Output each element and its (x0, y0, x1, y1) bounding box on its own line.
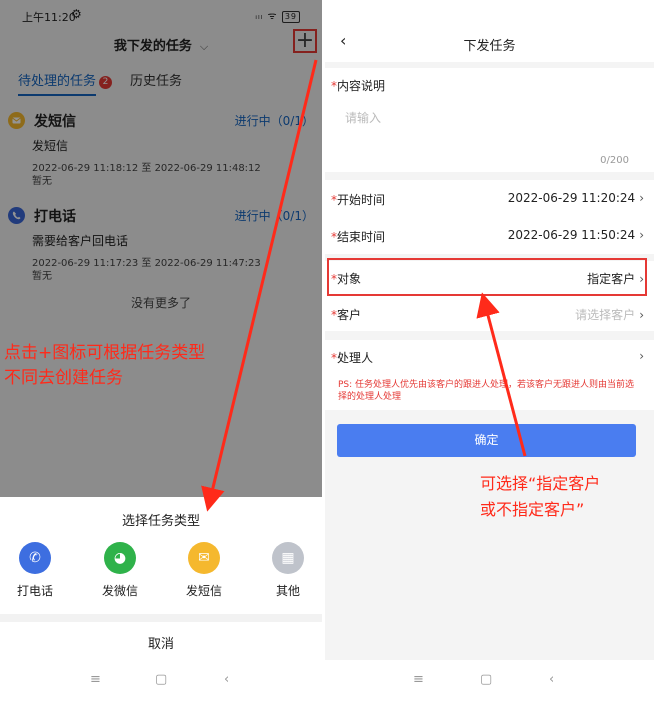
header: ‹ 下发任务 (325, 0, 654, 62)
annotation-line: 或不指定客户” (480, 500, 585, 519)
annotation-line: 可选择“指定客户 (480, 474, 601, 493)
handler-note: PS: 任务处理人优先由该客户的跟进人处理，若该客户无跟进人则由当前选择的处理人… (338, 380, 635, 402)
confirm-button[interactable]: 确定 (337, 424, 636, 457)
chevron-right-icon: › (639, 228, 644, 242)
option-other[interactable]: ▦ 其他 (258, 542, 318, 599)
page-title: 下发任务 (463, 39, 516, 54)
customer-select[interactable]: 请选择客户 › (575, 306, 644, 323)
back-nav-icon[interactable]: ‹ (224, 672, 229, 687)
end-time-field[interactable]: 2022-06-29 11:50:24 › (508, 228, 644, 242)
handler-card: *处理人 › PS: 任务处理人优先由该客户的跟进人处理，若该客户无跟进人则由当… (325, 340, 654, 410)
cancel-button[interactable]: 取消 (0, 633, 322, 652)
content-label: *内容说明 (331, 79, 386, 93)
divider (0, 614, 322, 622)
chevron-right-icon: › (639, 191, 644, 205)
handler-label: *处理人 (331, 351, 374, 365)
annotation-left: 点击+图标可根据任务类型 不同去创建任务 (4, 341, 205, 391)
wechat-icon: ◕ (104, 542, 136, 574)
task-list-screen: 上午11:20 ⚙ ᵢₗₗ ᯤ 39 我下发的任务 ⌵ + 待处理的任务 2 历史任务… (0, 0, 322, 710)
option-label: 发短信 (185, 584, 222, 598)
back-nav-icon[interactable]: ‹ (549, 672, 554, 687)
home-icon[interactable]: ▢ (480, 672, 492, 687)
content-input[interactable]: 请输入 (345, 109, 381, 126)
system-nav-bar: ≡ ▢ ‹ (325, 660, 654, 710)
menu-icon[interactable]: ≡ (413, 672, 424, 687)
task-type-sheet: 选择任务类型 ✆ 打电话 ◕ 发微信 ✉ 发短信 ▦ 其他 取消 ≡ ▢ ‹ (0, 497, 322, 710)
annotation-right: 可选择“指定客户 或不指定客户” (480, 471, 600, 523)
time-card: *开始时间 2022-06-29 11:20:24 › *结束时间 2022-06… (325, 180, 654, 254)
char-counter: 0/200 (600, 155, 629, 166)
option-label: 打电话 (16, 584, 53, 598)
handler-select[interactable]: › (635, 349, 644, 363)
system-nav-bar: ≡ ▢ ‹ (0, 660, 322, 710)
start-time-label: *开始时间 (331, 193, 386, 207)
option-label: 其他 (275, 584, 300, 598)
option-sms[interactable]: ✉ 发短信 (174, 542, 234, 599)
customer-label: *客户 (331, 308, 362, 322)
phone-icon: ✆ (19, 542, 51, 574)
create-task-screen: ‹ 下发任务 *内容说明 请输入 0/200 *开始时间 2022-06-29 … (325, 0, 654, 710)
mail-icon: ✉ (188, 542, 220, 574)
menu-icon[interactable]: ≡ (90, 672, 101, 687)
option-wechat[interactable]: ◕ 发微信 (90, 542, 150, 599)
content-card: *内容说明 请输入 0/200 (325, 68, 654, 172)
option-call[interactable]: ✆ 打电话 (5, 542, 65, 599)
annotation-line: 不同去创建任务 (4, 368, 123, 388)
sheet-title: 选择任务类型 (121, 514, 200, 529)
chevron-right-icon: › (639, 308, 644, 322)
annotation-line: 点击+图标可根据任务类型 (4, 343, 206, 363)
home-icon[interactable]: ▢ (155, 672, 167, 687)
chevron-right-icon: › (639, 349, 644, 363)
dim-overlay[interactable] (0, 0, 322, 497)
highlight-box (327, 258, 647, 296)
start-time-field[interactable]: 2022-06-29 11:20:24 › (508, 191, 644, 205)
end-time-label: *结束时间 (331, 230, 386, 244)
option-label: 发微信 (101, 584, 138, 598)
grid-icon: ▦ (272, 542, 304, 574)
